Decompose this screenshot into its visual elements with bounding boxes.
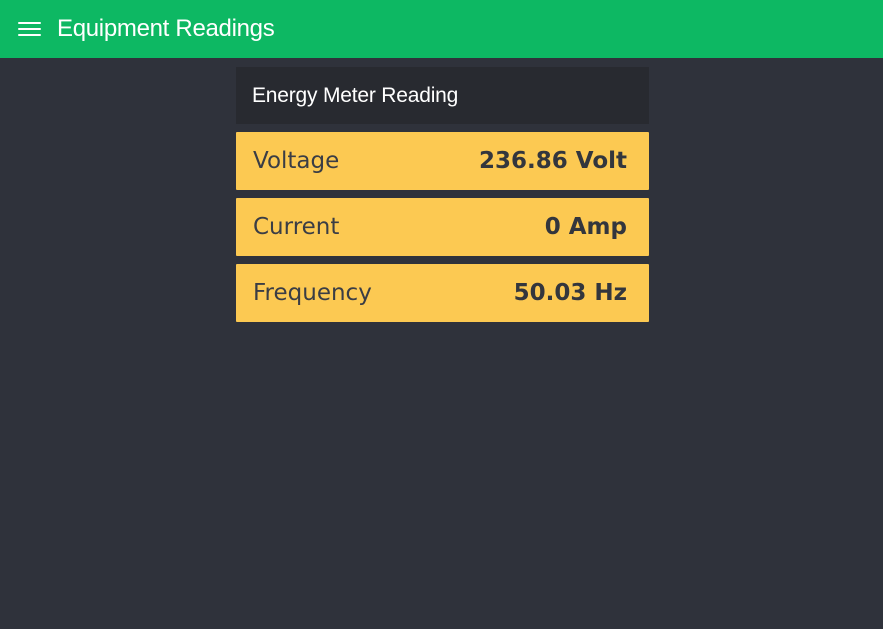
frequency-label: Frequency <box>253 280 372 306</box>
panel-title: Energy Meter Reading <box>236 67 649 124</box>
energy-meter-panel: Energy Meter Reading Voltage 236.86 Volt… <box>236 67 649 322</box>
current-value: 0 Amp <box>544 214 627 240</box>
voltage-value: 236.86 Volt <box>479 148 627 174</box>
voltage-reading: Voltage 236.86 Volt <box>236 132 649 190</box>
current-reading: Current 0 Amp <box>236 198 649 256</box>
current-label: Current <box>253 214 340 240</box>
frequency-value: 50.03 Hz <box>513 280 627 306</box>
menu-line <box>18 28 41 30</box>
top-app-bar: Equipment Readings <box>0 0 883 58</box>
menu-line <box>18 34 41 36</box>
voltage-label: Voltage <box>253 148 340 174</box>
frequency-reading: Frequency 50.03 Hz <box>236 264 649 322</box>
hamburger-menu-icon[interactable] <box>18 20 43 38</box>
menu-line <box>18 22 41 24</box>
app-title: Equipment Readings <box>57 15 275 42</box>
